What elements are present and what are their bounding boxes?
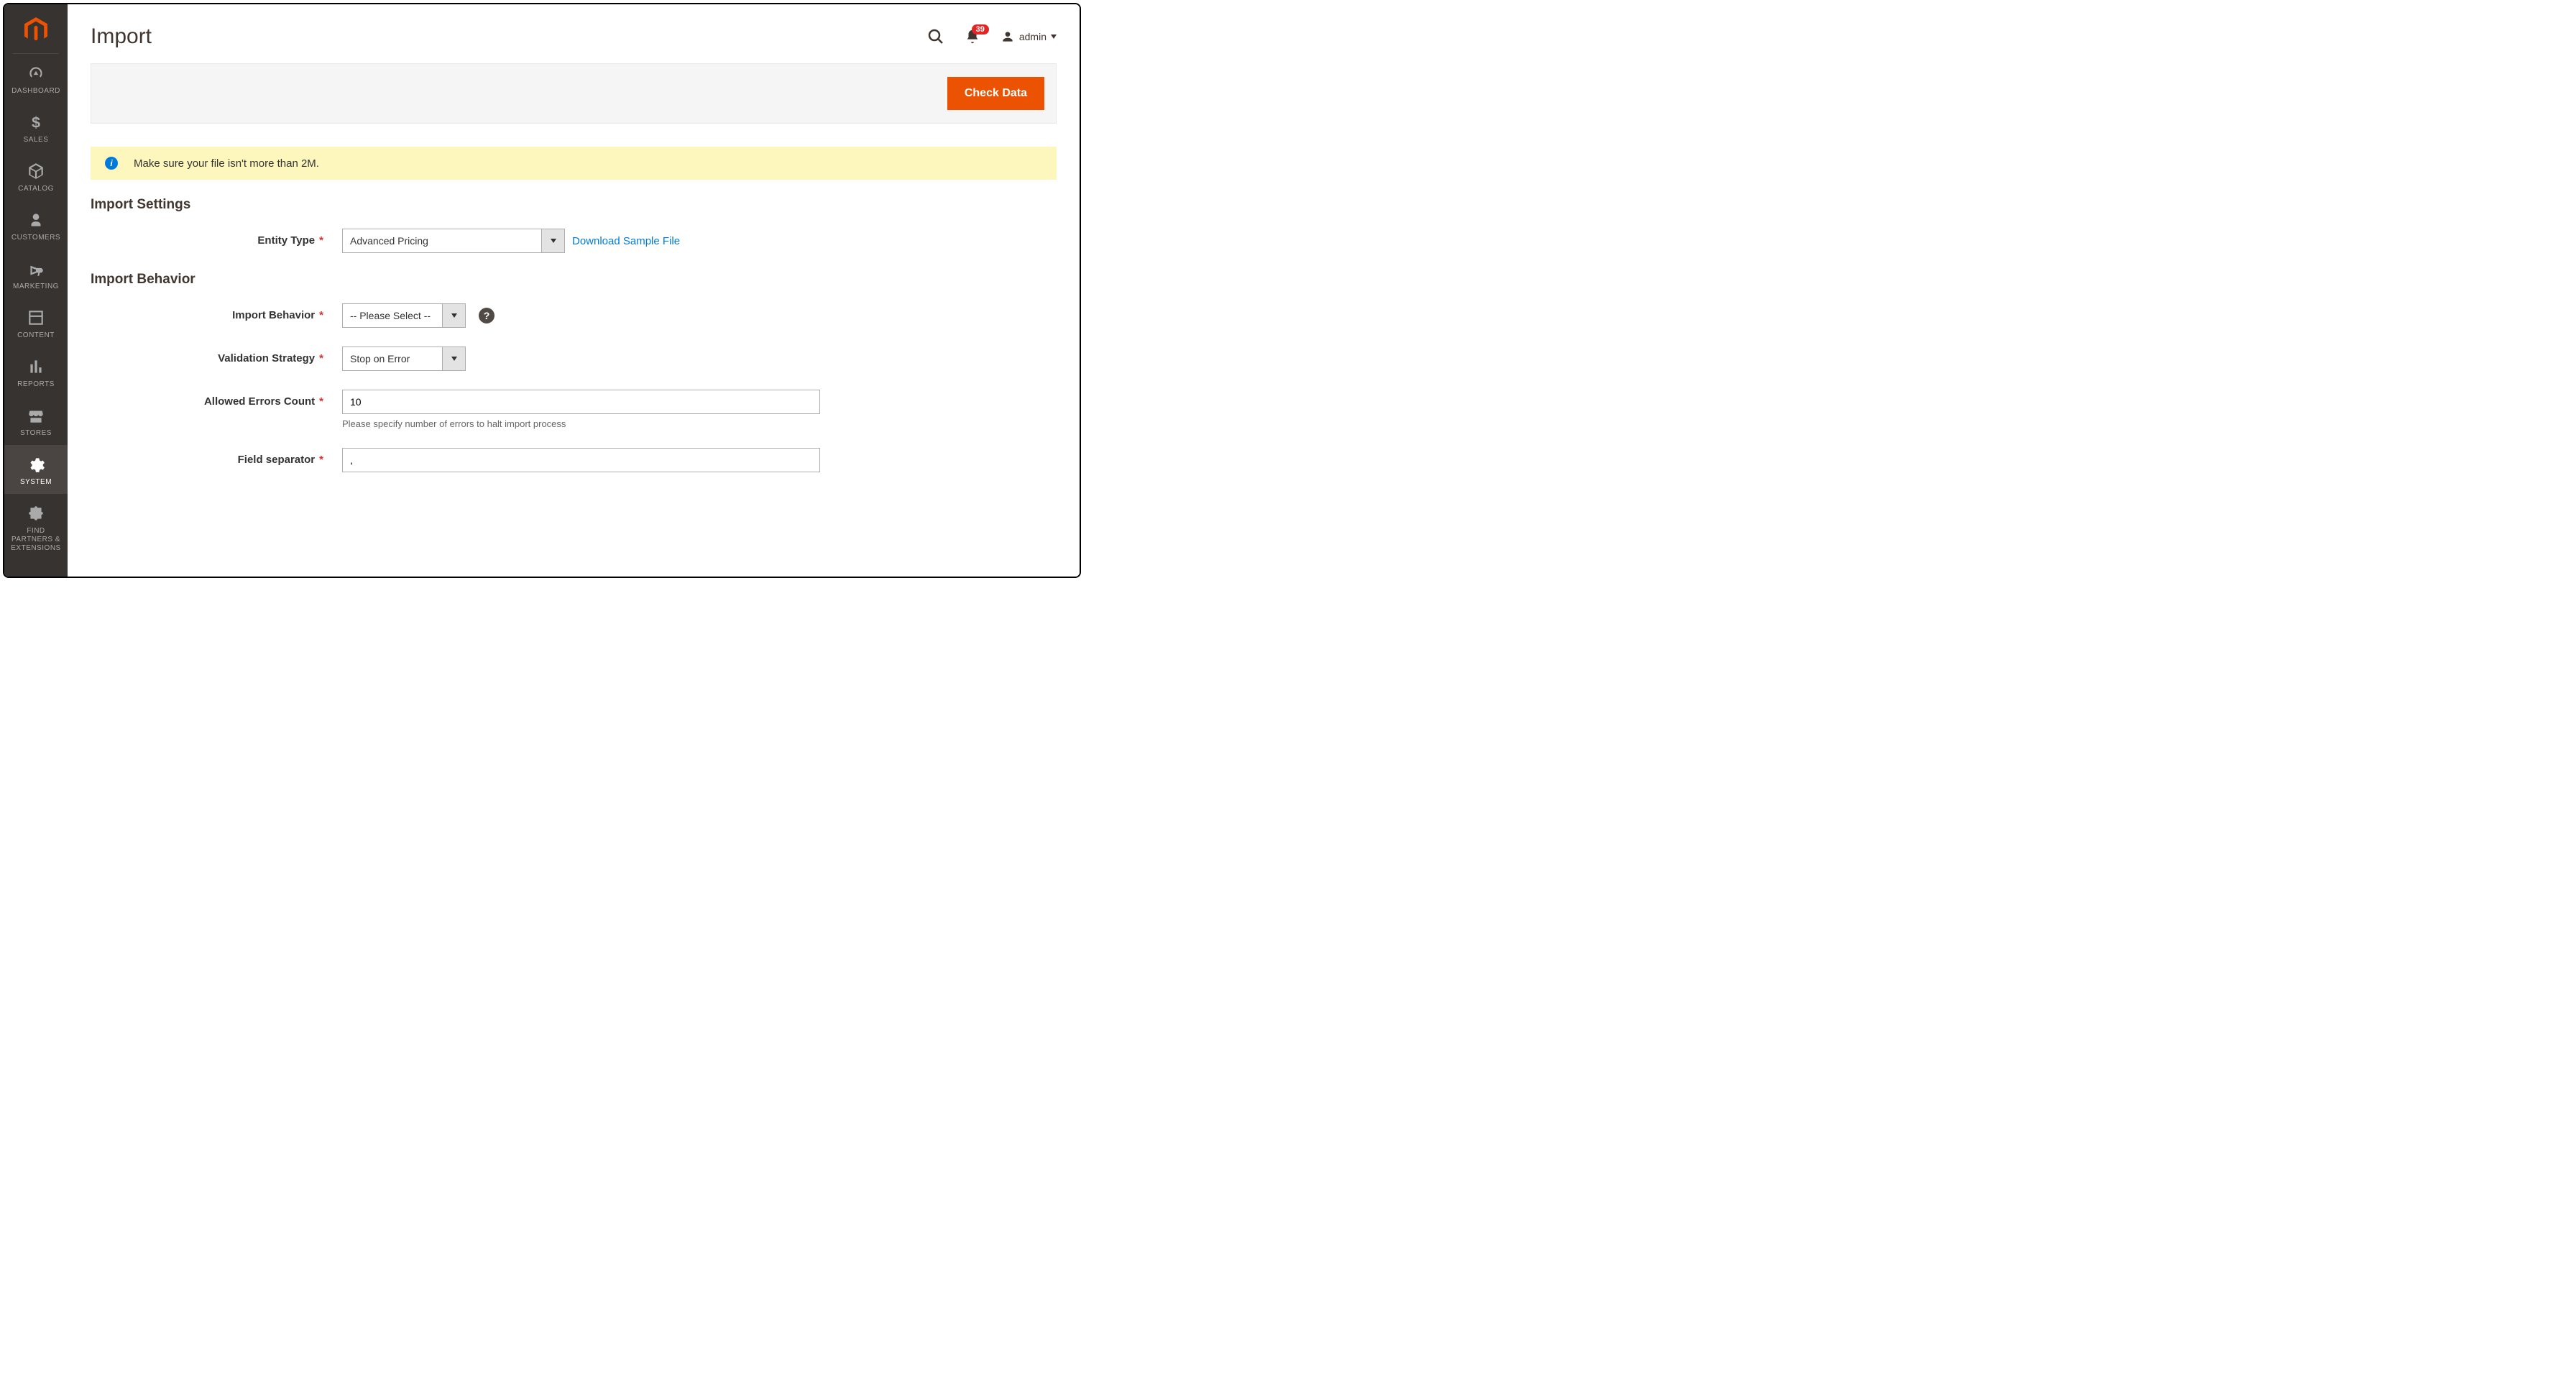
user-icon <box>1000 29 1015 44</box>
action-bar: Check Data <box>91 63 1057 124</box>
import-behavior-label: Import Behavior* <box>91 303 342 321</box>
row-validation-strategy: Validation Strategy* Stop on Error <box>91 346 1057 371</box>
nav-label: FIND PARTNERS & EXTENSIONS <box>7 527 65 553</box>
puzzle-icon <box>27 504 45 523</box>
row-allowed-errors-count: Allowed Errors Count* Please specify num… <box>91 390 1057 429</box>
dollar-icon: $ <box>27 113 45 132</box>
validation-strategy-value: Stop on Error <box>343 347 442 370</box>
page-header: Import 39 admin <box>91 4 1057 63</box>
gauge-icon <box>27 64 45 83</box>
logo-wrap <box>13 4 59 54</box>
notification-badge: 39 <box>972 24 989 35</box>
import-behavior-value: -- Please Select -- <box>343 304 442 327</box>
info-text: Make sure your file isn't more than 2M. <box>134 157 319 170</box>
user-menu[interactable]: admin <box>1000 29 1057 44</box>
help-icon[interactable]: ? <box>479 308 494 323</box>
magento-logo-icon[interactable] <box>22 16 50 45</box>
sidebar-item-catalog[interactable]: CATALOG <box>4 152 68 201</box>
section-import-behavior-title: Import Behavior <box>91 272 1057 288</box>
chevron-down-icon <box>442 347 465 370</box>
nav-label: STORES <box>20 429 52 438</box>
search-icon <box>927 28 944 45</box>
sidebar-item-marketing[interactable]: MARKETING <box>4 249 68 298</box>
admin-sidebar: DASHBOARD $ SALES CATALOG CUSTOMERS MARK… <box>4 4 68 577</box>
download-sample-link[interactable]: Download Sample File <box>572 235 680 247</box>
sidebar-item-dashboard[interactable]: DASHBOARD <box>4 54 68 103</box>
allowed-errors-count-label: Allowed Errors Count* <box>91 390 342 408</box>
row-entity-type: Entity Type* Advanced Pricing Download S… <box>91 229 1057 253</box>
sidebar-item-stores[interactable]: STORES <box>4 396 68 445</box>
megaphone-icon <box>27 260 45 278</box>
notifications-button[interactable]: 39 <box>965 29 980 45</box>
nav-label: SYSTEM <box>20 478 52 487</box>
svg-text:$: $ <box>32 114 40 132</box>
section-import-settings-title: Import Settings <box>91 197 1057 213</box>
nav-label: SALES <box>24 136 49 144</box>
validation-strategy-select[interactable]: Stop on Error <box>342 346 466 371</box>
sidebar-item-partners[interactable]: FIND PARTNERS & EXTENSIONS <box>4 494 68 560</box>
allowed-errors-count-input[interactable] <box>342 390 820 414</box>
info-message: i Make sure your file isn't more than 2M… <box>91 147 1057 180</box>
sidebar-item-system[interactable]: SYSTEM <box>4 445 68 494</box>
chevron-down-icon <box>1051 35 1057 39</box>
header-actions: 39 admin <box>927 28 1057 45</box>
nav-label: CATALOG <box>18 185 54 193</box>
entity-type-label: Entity Type* <box>91 229 342 247</box>
field-separator-label: Field separator* <box>91 448 342 466</box>
user-name: admin <box>1019 31 1046 42</box>
sidebar-item-sales[interactable]: $ SALES <box>4 103 68 152</box>
entity-type-select[interactable]: Advanced Pricing <box>342 229 565 253</box>
row-field-separator: Field separator* <box>91 448 1057 472</box>
nav-label: CUSTOMERS <box>12 234 60 242</box>
store-icon <box>27 406 45 425</box>
layout-icon <box>27 308 45 327</box>
search-button[interactable] <box>927 28 944 45</box>
info-icon: i <box>105 157 118 170</box>
field-separator-input[interactable] <box>342 448 820 472</box>
chevron-down-icon <box>541 229 564 252</box>
nav-label: DASHBOARD <box>12 87 60 96</box>
person-icon <box>27 211 45 229</box>
entity-type-value: Advanced Pricing <box>343 229 541 252</box>
sidebar-item-customers[interactable]: CUSTOMERS <box>4 201 68 249</box>
nav-label: MARKETING <box>13 283 59 291</box>
allowed-errors-note: Please specify number of errors to halt … <box>342 418 820 429</box>
page-title: Import <box>91 24 152 49</box>
gear-icon <box>27 455 45 474</box>
sidebar-item-reports[interactable]: REPORTS <box>4 347 68 396</box>
row-import-behavior: Import Behavior* -- Please Select -- ? <box>91 303 1057 328</box>
sidebar-item-content[interactable]: CONTENT <box>4 298 68 347</box>
chevron-down-icon <box>442 304 465 327</box>
box-icon <box>27 162 45 180</box>
chart-icon <box>27 357 45 376</box>
nav-label: REPORTS <box>17 380 55 389</box>
nav-label: CONTENT <box>17 331 55 340</box>
import-behavior-select[interactable]: -- Please Select -- <box>342 303 466 328</box>
check-data-button[interactable]: Check Data <box>947 77 1044 110</box>
validation-strategy-label: Validation Strategy* <box>91 346 342 364</box>
main-content: Import 39 admin Check Data <box>68 4 1080 577</box>
